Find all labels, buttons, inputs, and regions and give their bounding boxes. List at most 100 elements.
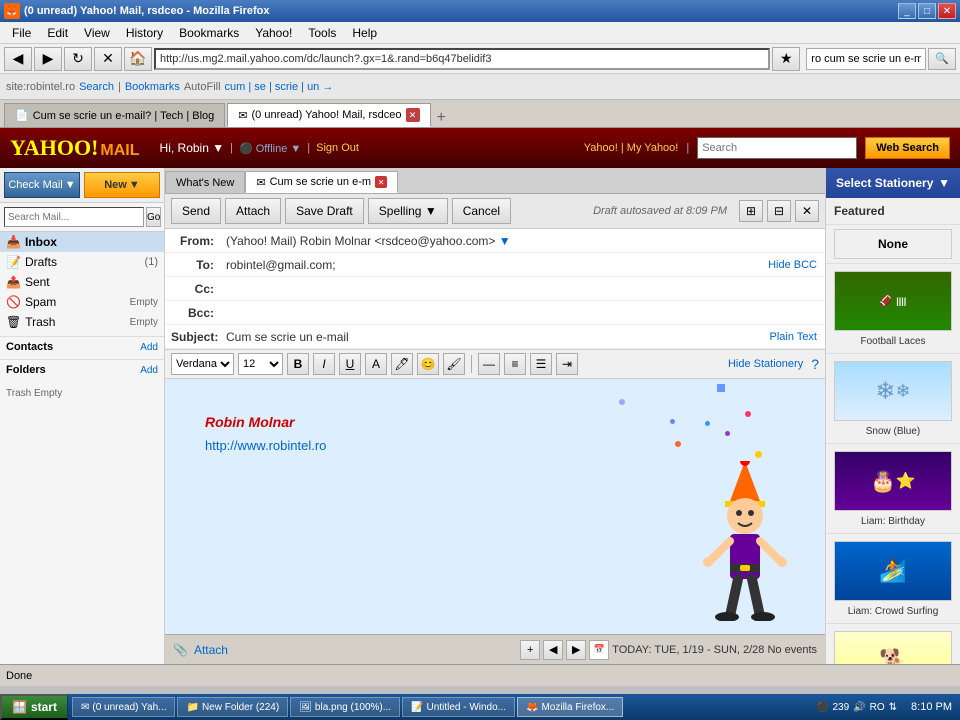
attach-link[interactable]: Attach bbox=[194, 643, 228, 657]
menu-bookmarks[interactable]: Bookmarks bbox=[171, 24, 247, 42]
stationery-snow[interactable]: ❄ ❄ Snow (Blue) bbox=[826, 354, 960, 444]
compose-body[interactable]: Robin Molnar http://www.robintel.ro bbox=[165, 379, 825, 634]
forward-button[interactable]: ▶ bbox=[34, 47, 62, 71]
start-button[interactable]: 🪟 start bbox=[0, 694, 68, 720]
cc-input[interactable] bbox=[220, 279, 825, 299]
calendar-back-btn[interactable]: ◀ bbox=[543, 640, 563, 660]
plain-text-link[interactable]: Plain Text bbox=[762, 328, 826, 346]
menu-help[interactable]: Help bbox=[344, 24, 385, 42]
browser-search-input[interactable] bbox=[806, 48, 926, 70]
tab-compose[interactable]: ✉ Cum se scrie un e-m ✕ bbox=[245, 171, 398, 193]
italic-button[interactable]: I bbox=[313, 353, 335, 375]
address-text[interactable]: http://us.mg2.mail.yahoo.com/dc/launch?.… bbox=[160, 53, 764, 65]
calendar-prev-btn[interactable]: + bbox=[520, 640, 540, 660]
folders-add[interactable]: Add bbox=[140, 365, 158, 376]
back-button[interactable]: ◀ bbox=[4, 47, 32, 71]
subject-input[interactable] bbox=[220, 327, 762, 347]
bold-button[interactable]: B bbox=[287, 353, 309, 375]
spam-empty[interactable]: Empty bbox=[130, 297, 158, 308]
taskbar-item-mail[interactable]: ✉ (0 unread) Yah... bbox=[72, 697, 176, 717]
tab-blog[interactable]: 📄 Cum se scrie un e-mail? | Tech | Blog bbox=[4, 103, 225, 127]
stationery-birthday[interactable]: 🎂 ⭐ Liam: Birthday bbox=[826, 444, 960, 534]
yahoo-search-input[interactable] bbox=[697, 137, 857, 159]
menu-edit[interactable]: Edit bbox=[39, 24, 76, 42]
taskbar-item-folder[interactable]: 📁 New Folder (224) bbox=[177, 697, 288, 717]
list-button[interactable]: ☰ bbox=[530, 353, 552, 375]
compose-tab-close[interactable]: ✕ bbox=[375, 176, 387, 188]
hide-stationery-link[interactable]: Hide Stationery bbox=[728, 358, 803, 370]
compose-icon-minimize[interactable]: ⊟ bbox=[767, 200, 791, 222]
align-button[interactable]: ≡ bbox=[504, 353, 526, 375]
sidebar-folder-spam[interactable]: 🚫 Spam Empty bbox=[0, 292, 164, 312]
bcc-input[interactable] bbox=[220, 303, 825, 323]
sidebar-folder-sent[interactable]: 📤 Sent bbox=[0, 272, 164, 292]
font-color-button[interactable]: A bbox=[365, 353, 387, 375]
compose-icon-fullscreen[interactable]: ⊞ bbox=[739, 200, 763, 222]
bookmarks-link[interactable]: Bookmarks bbox=[125, 81, 180, 93]
from-dropdown[interactable]: ▼ bbox=[499, 234, 511, 248]
trash-empty[interactable]: Empty bbox=[130, 317, 158, 328]
bookmark-button[interactable]: ★ bbox=[772, 47, 800, 71]
hide-bcc-link[interactable]: Hide BCC bbox=[760, 256, 825, 274]
save-draft-button[interactable]: Save Draft bbox=[285, 198, 364, 224]
check-mail-button[interactable]: Check Mail ▼ bbox=[4, 172, 80, 198]
send-button[interactable]: Send bbox=[171, 198, 221, 224]
hr-button[interactable]: — bbox=[478, 353, 500, 375]
tab-mail-close[interactable]: ✕ bbox=[406, 108, 420, 122]
close-button[interactable]: ✕ bbox=[938, 3, 956, 19]
minimize-button[interactable]: _ bbox=[898, 3, 916, 19]
calendar-grid-btn[interactable]: 📅 bbox=[589, 640, 609, 660]
search-mail-button[interactable]: Go bbox=[146, 207, 161, 227]
taskbar-item-notepad[interactable]: 📝 Untitled - Windo... bbox=[402, 697, 515, 717]
indent-button[interactable]: ⇥ bbox=[556, 353, 578, 375]
contacts-add[interactable]: Add bbox=[140, 342, 158, 353]
stationery-header[interactable]: Select Stationery ▼ bbox=[826, 168, 960, 198]
menu-history[interactable]: History bbox=[118, 24, 171, 42]
tab-whats-new[interactable]: What's New bbox=[165, 171, 245, 193]
browser-search-button[interactable]: 🔍 bbox=[928, 48, 956, 70]
cancel-button[interactable]: Cancel bbox=[452, 198, 511, 224]
sidebar-folder-inbox[interactable]: 📥 Inbox bbox=[0, 232, 164, 252]
menu-tools[interactable]: Tools bbox=[300, 24, 344, 42]
font-family-select[interactable]: Verdana bbox=[171, 353, 234, 375]
calendar-forward-btn[interactable]: ▶ bbox=[566, 640, 586, 660]
from-value: (Yahoo! Mail) Robin Molnar <rsdceo@yahoo… bbox=[220, 231, 825, 251]
menu-file[interactable]: File bbox=[4, 24, 39, 42]
stationery-help[interactable]: ? bbox=[811, 356, 819, 372]
stop-button[interactable]: ✕ bbox=[94, 47, 122, 71]
search-mail-input[interactable] bbox=[4, 207, 144, 227]
offline-status[interactable]: ⚫ Offline ▼ bbox=[239, 142, 301, 155]
underline-button[interactable]: U bbox=[339, 353, 361, 375]
sign-out-link[interactable]: Sign Out bbox=[316, 142, 359, 154]
to-input[interactable] bbox=[220, 255, 760, 275]
new-tab-button[interactable]: + bbox=[437, 109, 446, 127]
new-button[interactable]: New ▼ bbox=[84, 172, 160, 198]
sidebar-folder-drafts[interactable]: 📝 Drafts (1) bbox=[0, 252, 164, 272]
reload-button[interactable]: ↻ bbox=[64, 47, 92, 71]
spelling-button[interactable]: Spelling ▼ bbox=[368, 198, 448, 224]
emoji-button[interactable]: 😊 bbox=[417, 353, 439, 375]
bg-color-button[interactable]: 🖌 bbox=[443, 353, 465, 375]
tab-yahoo-mail[interactable]: ✉ (0 unread) Yahoo! Mail, rsdceo ✕ bbox=[227, 103, 430, 127]
highlight-button[interactable]: 🖊 bbox=[391, 353, 413, 375]
stationery-surfing[interactable]: 🏄 Liam: Crowd Surfing bbox=[826, 534, 960, 624]
stationery-scroll[interactable]: None 🏈 |||| Football Laces ❄ ❄ Snow (Blu… bbox=[826, 225, 960, 664]
yahoo-search-button[interactable]: Web Search bbox=[865, 137, 950, 159]
home-button[interactable]: 🏠 bbox=[124, 47, 152, 71]
stationery-fetch[interactable]: 🐕 Liam: Fetch bbox=[826, 624, 960, 664]
taskbar-item-image[interactable]: 🖼 bla.png (100%)... bbox=[290, 697, 400, 717]
trash-status: Trash Empty bbox=[0, 380, 164, 407]
search-link[interactable]: Search bbox=[79, 81, 114, 93]
tab-blog-label: Cum se scrie un e-mail? | Tech | Blog bbox=[33, 110, 215, 122]
menu-yahoo[interactable]: Yahoo! bbox=[247, 24, 300, 42]
attach-button[interactable]: Attach bbox=[225, 198, 281, 224]
maximize-button[interactable]: □ bbox=[918, 3, 936, 19]
stationery-football[interactable]: 🏈 |||| Football Laces bbox=[826, 264, 960, 354]
menu-view[interactable]: View bbox=[76, 24, 118, 42]
font-size-select[interactable]: 12 bbox=[238, 353, 283, 375]
sidebar-folder-trash[interactable]: 🗑 Trash Empty bbox=[0, 312, 164, 332]
taskbar-item-firefox[interactable]: 🦊 Mozilla Firefox... bbox=[517, 697, 623, 717]
subject-label: Subject: bbox=[165, 327, 220, 347]
stationery-none[interactable]: None bbox=[826, 225, 960, 264]
compose-icon-close[interactable]: ✕ bbox=[795, 200, 819, 222]
